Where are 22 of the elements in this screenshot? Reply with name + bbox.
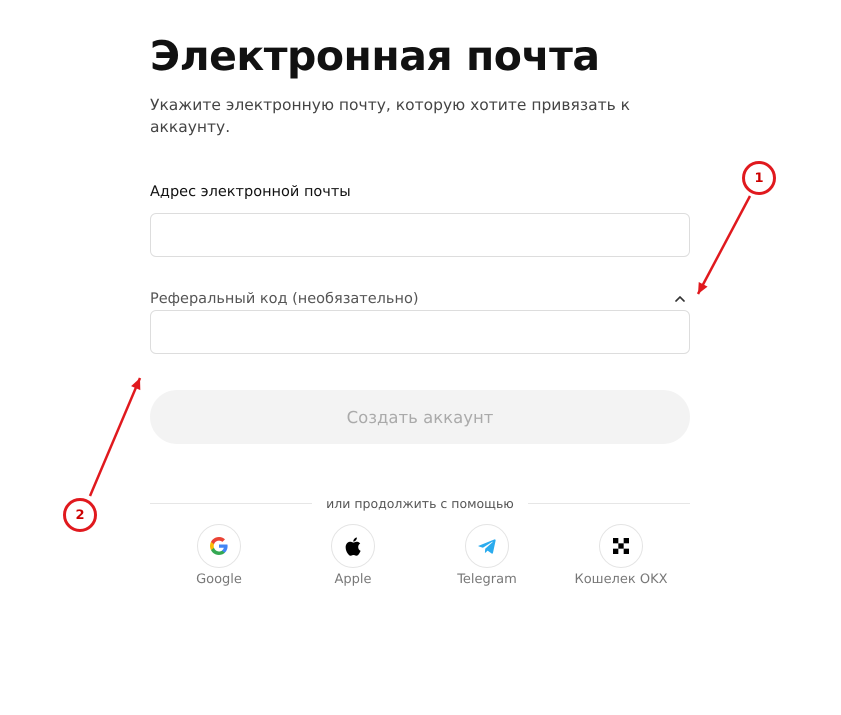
page-subtitle: Укажите электронную почту, которую хотите привязать к аккаунту. [150, 95, 632, 138]
email-input-field[interactable] [150, 213, 690, 257]
paper-plane-icon [478, 538, 496, 554]
login-option-label: Telegram [457, 572, 517, 587]
login-option-label: Кошелек OKX [574, 572, 668, 587]
referral-label: Реферальный код (необязательно) [150, 291, 418, 307]
page-title: Электронная почта [150, 31, 601, 82]
email-label: Адрес электронной почты [150, 184, 352, 200]
google-login-button[interactable] [197, 524, 241, 568]
divider-text: или продолжить с помощью [326, 496, 514, 511]
telegram-login-button[interactable] [465, 524, 509, 568]
apple-login-button[interactable] [331, 524, 375, 568]
referral-input-field[interactable] [150, 310, 690, 354]
login-option-label: Apple [334, 572, 372, 587]
callout-badge: 1 [742, 161, 776, 195]
login-option-label: Google [196, 572, 242, 587]
callout-badge: 2 [63, 498, 97, 532]
chevron-icon[interactable] [675, 296, 685, 302]
checker-icon [613, 538, 629, 554]
google-icon [210, 537, 228, 555]
okx-login-button[interactable] [599, 524, 643, 568]
apple-icon [345, 536, 361, 556]
